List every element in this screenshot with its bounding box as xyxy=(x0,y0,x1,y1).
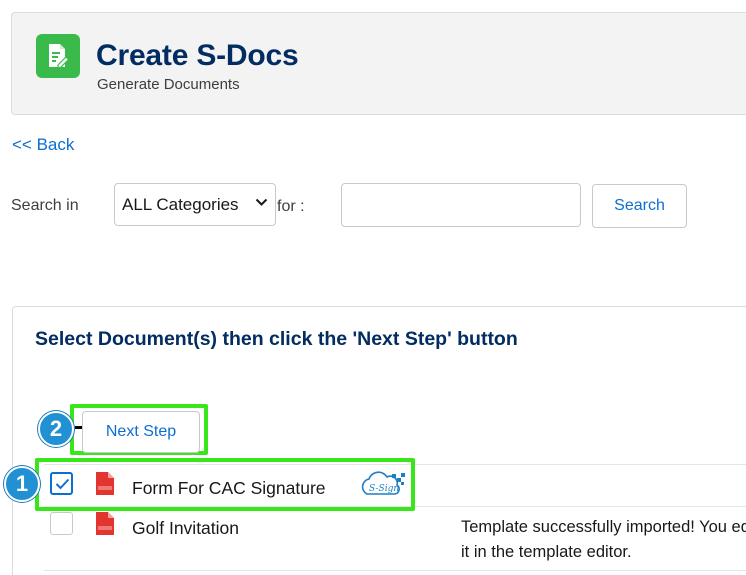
page-header: Create S-Docs Generate Documents xyxy=(11,12,746,115)
s-sign-logo: S-Sign xyxy=(361,471,405,495)
search-button[interactable]: Search xyxy=(592,184,687,228)
document-status: Template successfully imported! You edit… xyxy=(461,518,746,561)
category-select-value: ALL Categories xyxy=(122,195,239,214)
s-sign-logo-text: S-Sign xyxy=(369,484,399,494)
instruction-heading: Select Document(s) then click the 'Next … xyxy=(35,328,518,350)
document-name: Golf Invitation xyxy=(132,518,239,538)
step-marker-2: 2 xyxy=(38,411,74,447)
category-select[interactable]: ALL Categories xyxy=(114,183,276,226)
back-link[interactable]: << Back xyxy=(12,135,74,155)
next-step-button[interactable]: Next Step xyxy=(82,411,200,453)
document-checkbox[interactable] xyxy=(50,472,73,495)
page-subtitle: Generate Documents xyxy=(97,76,240,93)
document-name: Form For CAC Signature xyxy=(132,478,326,498)
pdf-file-icon xyxy=(96,472,114,495)
search-in-label: Search in xyxy=(11,197,79,214)
search-input[interactable] xyxy=(341,183,581,227)
pdf-file-icon xyxy=(96,512,114,535)
step-marker-1: 1 xyxy=(4,466,40,502)
row-divider xyxy=(44,570,746,571)
pointer-mark xyxy=(75,426,82,429)
chevron-down-icon xyxy=(255,198,268,206)
document-edit-icon xyxy=(36,34,80,78)
page-title: Create S-Docs xyxy=(96,39,299,72)
for-label: for : xyxy=(277,198,305,215)
document-checkbox[interactable] xyxy=(50,512,73,535)
checkmark-icon xyxy=(55,478,70,490)
